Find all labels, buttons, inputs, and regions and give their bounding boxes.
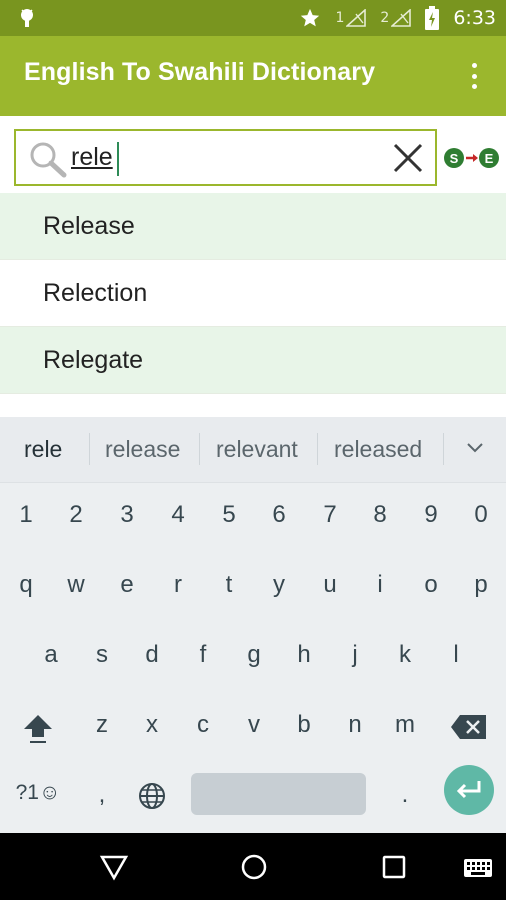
home-icon[interactable]: [238, 851, 270, 883]
divider: [443, 433, 444, 465]
search-query-text[interactable]: rele: [71, 143, 113, 172]
key-period[interactable]: .: [385, 781, 425, 809]
key-g[interactable]: g: [234, 641, 274, 669]
suggestion-item[interactable]: release: [105, 436, 180, 463]
suggestion-item[interactable]: relevant: [216, 436, 298, 463]
signal-icon: [346, 9, 367, 27]
signal-icon: [391, 9, 412, 27]
more-vert-icon[interactable]: [462, 63, 486, 89]
list-item[interactable]: Relegate: [0, 327, 506, 394]
list-item[interactable]: Release: [0, 193, 506, 260]
backspace-icon[interactable]: [450, 713, 488, 741]
back-icon[interactable]: [98, 851, 130, 883]
key-3[interactable]: 3: [107, 501, 147, 529]
navigation-bar: [0, 833, 506, 900]
key-r[interactable]: r: [158, 571, 198, 599]
divider: [199, 433, 200, 465]
lang-to-label: E: [485, 151, 494, 166]
key-d[interactable]: d: [132, 641, 172, 669]
language-swap-toggle[interactable]: S E: [443, 146, 501, 170]
key-4[interactable]: 4: [158, 501, 198, 529]
close-icon[interactable]: [391, 141, 425, 175]
key-1[interactable]: 1: [6, 501, 46, 529]
key-k[interactable]: k: [385, 641, 425, 669]
divider: [317, 433, 318, 465]
keyboard-icon[interactable]: [463, 851, 493, 883]
key-t[interactable]: t: [209, 571, 249, 599]
key-z[interactable]: z: [82, 711, 122, 739]
symbols-key[interactable]: ?1☺: [8, 781, 68, 805]
key-8[interactable]: 8: [360, 501, 400, 529]
search-input[interactable]: rele: [14, 129, 437, 186]
sim2-label: 2: [380, 10, 390, 26]
search-icon: [30, 142, 67, 178]
divider: [89, 433, 90, 465]
key-n[interactable]: n: [335, 711, 375, 739]
list-item[interactable]: Relection: [0, 260, 506, 327]
key-0[interactable]: 0: [461, 501, 501, 529]
key-b[interactable]: b: [284, 711, 324, 739]
key-o[interactable]: o: [411, 571, 451, 599]
shift-icon[interactable]: [20, 711, 56, 747]
star-icon: [301, 8, 320, 27]
key-7[interactable]: 7: [310, 501, 350, 529]
results-list: Release Relection Relegate: [0, 193, 506, 394]
key-9[interactable]: 9: [411, 501, 451, 529]
key-x[interactable]: x: [132, 711, 172, 739]
key-f[interactable]: f: [183, 641, 223, 669]
key-comma[interactable]: ,: [82, 781, 122, 809]
key-e[interactable]: e: [107, 571, 147, 599]
enter-icon: [456, 781, 481, 799]
key-l[interactable]: l: [436, 641, 476, 669]
suggestion-item[interactable]: released: [334, 436, 422, 463]
key-6[interactable]: 6: [259, 501, 299, 529]
key-q[interactable]: q: [6, 571, 46, 599]
clock: 6:33: [453, 7, 496, 29]
key-m[interactable]: m: [385, 711, 425, 739]
key-5[interactable]: 5: [209, 501, 249, 529]
recents-icon[interactable]: [378, 851, 410, 883]
enter-key[interactable]: [444, 765, 494, 815]
key-p[interactable]: p: [461, 571, 501, 599]
key-j[interactable]: j: [335, 641, 375, 669]
key-a[interactable]: a: [31, 641, 71, 669]
key-v[interactable]: v: [234, 711, 274, 739]
status-bar: 1 2 6:33: [0, 0, 506, 36]
sim1-signal: 1: [335, 9, 367, 27]
battery-icon: [425, 6, 440, 30]
app-title: English To Swahili Dictionary: [24, 58, 376, 86]
android-icon: [21, 9, 33, 27]
soft-keyboard: rele release relevant released 1 2 3 4 5…: [0, 417, 506, 833]
key-i[interactable]: i: [360, 571, 400, 599]
sim1-label: 1: [335, 10, 345, 26]
app-bar: English To Swahili Dictionary: [0, 36, 506, 116]
key-h[interactable]: h: [284, 641, 324, 669]
lang-from-label: S: [450, 151, 459, 166]
key-w[interactable]: w: [56, 571, 96, 599]
spacebar[interactable]: [191, 773, 366, 815]
key-c[interactable]: c: [183, 711, 223, 739]
key-u[interactable]: u: [310, 571, 350, 599]
key-2[interactable]: 2: [56, 501, 96, 529]
text-cursor: [117, 142, 119, 176]
suggestion-item[interactable]: rele: [24, 436, 62, 463]
key-y[interactable]: y: [259, 571, 299, 599]
key-s[interactable]: s: [82, 641, 122, 669]
sim2-signal: 2: [380, 9, 412, 27]
globe-icon[interactable]: [138, 782, 166, 810]
suggestion-strip: rele release relevant released: [0, 417, 506, 483]
chevron-down-icon[interactable]: [466, 439, 484, 457]
